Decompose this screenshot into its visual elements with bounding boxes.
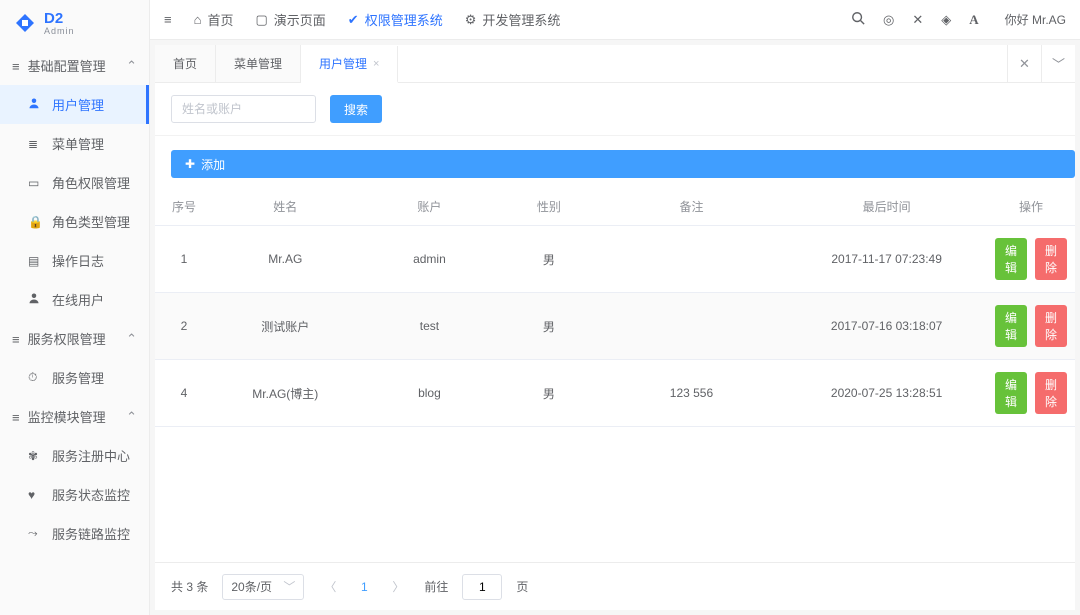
column-header: 最后时间 bbox=[786, 188, 987, 226]
next-page-button[interactable]: 〉 bbox=[386, 575, 410, 599]
list-icon: ≣ bbox=[28, 137, 46, 151]
logo[interactable]: D2 Admin bbox=[0, 0, 149, 46]
tabs: 首页菜单管理用户管理× ✕ ﹀ bbox=[155, 45, 1075, 83]
chevron-up-icon: ⌃ bbox=[126, 58, 137, 74]
column-header: 性别 bbox=[501, 188, 596, 226]
brand-name: D2 bbox=[44, 11, 75, 26]
sidebar-item[interactable]: ♥ 服务状态监控 bbox=[0, 475, 149, 514]
column-header: 账户 bbox=[358, 188, 502, 226]
add-button[interactable]: ✚ 添加 bbox=[171, 150, 1075, 178]
search-button[interactable]: 搜索 bbox=[330, 95, 382, 123]
tab[interactable]: 首页 bbox=[155, 45, 216, 82]
table-row: 1Mr.AGadmin男2017-11-17 07:23:49编辑删除 bbox=[155, 226, 1075, 293]
content: 搜索 ✚ 添加 序号姓名账户性别备注最后时间操作 1Mr.AGadmin男201… bbox=[155, 83, 1075, 610]
sidebar-item-label: 角色类型管理 bbox=[52, 212, 130, 231]
topbar: ≡ ⌂首页 ▢演示页面 ✔权限管理系统 ⚙开发管理系统 ◎ ✕ ◈ A 你好 Mr.A… bbox=[150, 0, 1080, 40]
sidebar-group[interactable]: ≡服务权限管理⌃ bbox=[0, 319, 149, 358]
gear-icon: ⚙ bbox=[465, 12, 477, 28]
lock-icon: 🔒 bbox=[28, 215, 46, 229]
close-icon[interactable]: × bbox=[373, 58, 379, 70]
verify-icon: ✔ bbox=[348, 12, 359, 28]
topnav-item[interactable]: ▢演示页面 bbox=[255, 10, 325, 29]
topnav-item[interactable]: ⚙开发管理系统 bbox=[465, 10, 561, 29]
gauge-icon: ⏱ bbox=[28, 370, 46, 385]
topnav-item[interactable]: ⌂首页 bbox=[194, 10, 234, 29]
sidebar-group[interactable]: ≡基础配置管理⌃ bbox=[0, 46, 149, 85]
tab-close-others-button[interactable]: ✕ bbox=[1007, 45, 1041, 82]
sidebar-item-label: 操作日志 bbox=[52, 251, 104, 270]
sidebar-item-label: 角色权限管理 bbox=[52, 173, 130, 192]
fullscreen-icon[interactable]: ✕ bbox=[912, 12, 923, 28]
page-number[interactable]: 1 bbox=[356, 580, 372, 594]
column-header: 备注 bbox=[597, 188, 787, 226]
sidebar-item[interactable]: ⏱ 服务管理 bbox=[0, 358, 149, 397]
hamburger-icon[interactable]: ≡ bbox=[164, 12, 172, 27]
sidebar-item-label: 服务注册中心 bbox=[52, 446, 130, 465]
sidebar-item[interactable]: ≣ 菜单管理 bbox=[0, 124, 149, 163]
prev-page-button[interactable]: 〈 bbox=[318, 575, 342, 599]
chart-icon: ⤳ bbox=[28, 526, 46, 541]
sidebar-item[interactable]: 用户管理 bbox=[0, 85, 149, 124]
edit-button[interactable]: 编辑 bbox=[995, 238, 1027, 280]
greeting[interactable]: 你好 Mr.AG bbox=[1005, 11, 1066, 28]
sidebar: D2 Admin ≡基础配置管理⌃ 用户管理 ≣ 菜单管理 ▭ 角色权限管理 🔒 角色类型管理… bbox=[0, 0, 150, 615]
chevron-down-icon: ﹀ bbox=[283, 578, 295, 595]
delete-button[interactable]: 删除 bbox=[1035, 372, 1067, 414]
sidebar-item[interactable]: ▭ 角色权限管理 bbox=[0, 163, 149, 202]
pagination: 共 3 条 20条/页 ﹀ 〈 1 〉 前往 页 bbox=[155, 562, 1075, 610]
paw-icon: ✾ bbox=[28, 449, 46, 463]
user-icon bbox=[28, 97, 46, 112]
topnav-item[interactable]: ✔权限管理系统 bbox=[348, 10, 443, 29]
sidebar-item[interactable]: 🔒 角色类型管理 bbox=[0, 202, 149, 241]
file-icon: ▤ bbox=[28, 254, 46, 268]
user-table: 序号姓名账户性别备注最后时间操作 1Mr.AGadmin男2017-11-17 … bbox=[155, 188, 1075, 427]
sidebar-item-label: 在线用户 bbox=[52, 290, 104, 309]
logo-icon bbox=[12, 10, 38, 36]
goto-page-input[interactable] bbox=[462, 574, 502, 600]
tab[interactable]: 菜单管理 bbox=[216, 45, 301, 82]
folder-icon: ▢ bbox=[255, 12, 267, 28]
chevron-up-icon: ⌃ bbox=[126, 331, 137, 347]
plus-icon: ✚ bbox=[185, 157, 195, 171]
edit-button[interactable]: 编辑 bbox=[995, 305, 1027, 347]
column-header: 操作 bbox=[987, 188, 1075, 226]
heart-icon: ♥ bbox=[28, 488, 46, 502]
sidebar-item[interactable]: ▤ 操作日志 bbox=[0, 241, 149, 280]
sidebar-item-label: 服务链路监控 bbox=[52, 524, 130, 543]
chevron-up-icon: ⌃ bbox=[126, 409, 137, 425]
diamond-icon[interactable]: ◈ bbox=[941, 12, 951, 28]
id-icon: ▭ bbox=[28, 176, 46, 190]
total-count: 共 3 条 bbox=[171, 578, 208, 595]
edit-button[interactable]: 编辑 bbox=[995, 372, 1027, 414]
search-icon[interactable] bbox=[851, 11, 865, 28]
table-row: 2测试账户test男2017-07-16 03:18:07编辑删除 bbox=[155, 293, 1075, 360]
main: ≡ ⌂首页▢演示页面✔权限管理系统⚙开发管理系统 ◎ ✕ ◈ A 你好 Mr.A… bbox=[150, 0, 1080, 615]
sidebar-group[interactable]: ≡监控模块管理⌃ bbox=[0, 397, 149, 436]
sidebar-item[interactable]: ✾ 服务注册中心 bbox=[0, 436, 149, 475]
user-icon bbox=[28, 292, 46, 307]
column-header: 序号 bbox=[155, 188, 213, 226]
sidebar-item-label: 服务管理 bbox=[52, 368, 104, 387]
sidebar-item[interactable]: 在线用户 bbox=[0, 280, 149, 319]
home-icon: ⌂ bbox=[194, 12, 202, 27]
page-size-select[interactable]: 20条/页 ﹀ bbox=[222, 574, 304, 600]
column-header: 姓名 bbox=[213, 188, 358, 226]
tab-dropdown-button[interactable]: ﹀ bbox=[1041, 45, 1075, 82]
font-icon[interactable]: A bbox=[969, 12, 978, 28]
tab[interactable]: 用户管理× bbox=[301, 46, 398, 83]
sidebar-item[interactable]: ⤳ 服务链路监控 bbox=[0, 514, 149, 553]
target-icon[interactable]: ◎ bbox=[883, 12, 894, 28]
delete-button[interactable]: 删除 bbox=[1035, 238, 1067, 280]
brand-sub: Admin bbox=[44, 26, 75, 36]
sidebar-item-label: 用户管理 bbox=[52, 95, 104, 114]
table-row: 4Mr.AG(博主)blog男123 5562020-07-25 13:28:5… bbox=[155, 360, 1075, 427]
sidebar-item-label: 服务状态监控 bbox=[52, 485, 130, 504]
sidebar-item-label: 菜单管理 bbox=[52, 134, 104, 153]
delete-button[interactable]: 删除 bbox=[1035, 305, 1067, 347]
search-input[interactable] bbox=[171, 95, 316, 123]
